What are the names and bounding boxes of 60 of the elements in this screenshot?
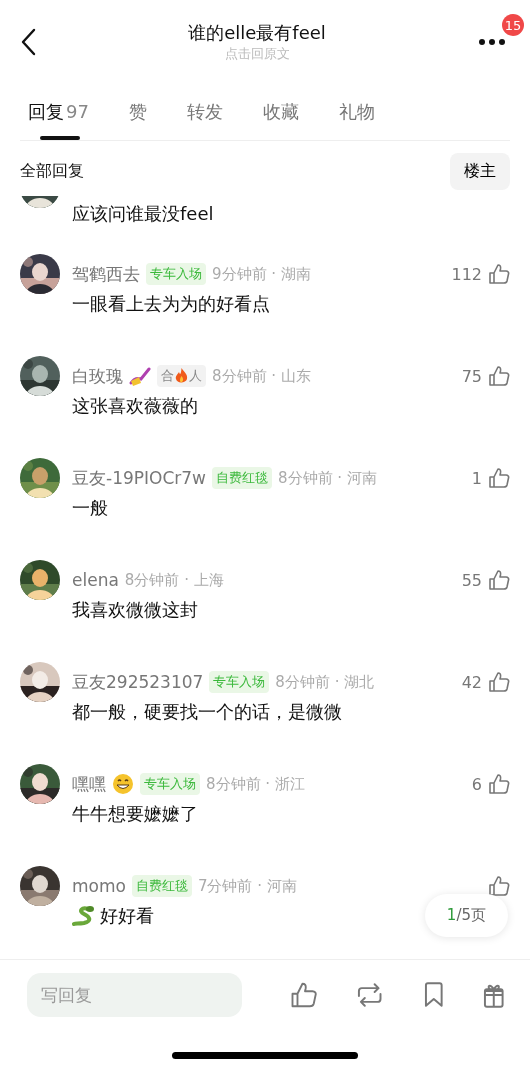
- nail-polish-icon: [129, 365, 151, 387]
- post-title: 谁的elle最有feel: [188, 21, 326, 45]
- comment-time-location: 7分钟前 · 河南: [197, 876, 297, 896]
- fire-icon: [175, 368, 188, 384]
- tag-text: 人: [189, 367, 202, 385]
- user-name[interactable]: 豆友-19PIOCr7w: [72, 466, 206, 490]
- all-replies-label: 全部回复: [20, 161, 84, 182]
- thumbs-up-icon[interactable]: [488, 365, 510, 387]
- comment-text: 牛牛想要嬷嬷了: [72, 802, 198, 826]
- user-tag: 专车入场: [140, 773, 200, 795]
- like-count: 6: [471, 774, 482, 794]
- like-count: 55: [461, 570, 482, 590]
- comment-text: 我喜欢微微这封: [72, 598, 198, 622]
- thumbs-up-icon[interactable]: [488, 569, 510, 591]
- comment-time-location: 8分钟前 · 河南: [278, 468, 377, 488]
- user-tag: 专车入场: [146, 263, 206, 285]
- thumbs-up-icon[interactable]: [488, 263, 510, 285]
- user-name[interactable]: 豆友292523107: [72, 670, 204, 694]
- comment-text: 一眼看上去为为的好看点: [72, 292, 270, 316]
- bookmark-icon[interactable]: [422, 982, 445, 1008]
- thumbs-up-icon[interactable]: [488, 671, 510, 693]
- comment-text: 一般: [72, 496, 108, 520]
- author-filter-button[interactable]: 楼主: [450, 153, 510, 190]
- like-count: 112: [451, 264, 482, 284]
- comment-text: 好好看: [100, 904, 154, 928]
- user-name[interactable]: 驾鹤西去: [72, 262, 140, 286]
- reply-input-field[interactable]: 写回复: [27, 973, 242, 1017]
- user-tag: 专车入场: [209, 671, 270, 693]
- comment-time-location: 8分钟前 · 上海: [124, 570, 224, 590]
- notification-badge: 15: [502, 14, 524, 36]
- comment-time-location: 8分钟前 · 山东: [212, 366, 311, 386]
- tag-text: 合: [161, 367, 174, 385]
- user-name[interactable]: 嘿嘿: [72, 772, 106, 796]
- comment-text: 都一般，硬要找一个的话，是微微: [72, 700, 342, 724]
- thumbs-up-icon[interactable]: [488, 467, 510, 489]
- like-count: 42: [461, 672, 482, 692]
- thumbs-up-icon[interactable]: [290, 981, 318, 1009]
- tab[interactable]: 回复 97: [20, 90, 97, 140]
- comment-time-location: 8分钟前 · 湖北: [275, 672, 375, 692]
- tab[interactable]: 转发: [178, 90, 231, 140]
- user-name[interactable]: momo: [72, 876, 126, 896]
- user-tag: 自费红毯: [131, 875, 192, 897]
- user-tag: 自费红毯: [212, 467, 272, 489]
- back-icon[interactable]: [20, 28, 36, 56]
- more-icon[interactable]: [478, 38, 506, 46]
- like-count: 75: [461, 366, 482, 386]
- tab[interactable]: 赞: [120, 90, 155, 140]
- thumbs-up-icon[interactable]: [488, 875, 510, 897]
- like-count: 1: [471, 468, 482, 488]
- user-name[interactable]: 白玫瑰: [72, 364, 123, 388]
- comment-time-location: 9分钟前 · 湖南: [212, 264, 311, 284]
- user-name[interactable]: elena: [72, 570, 119, 590]
- thumbs-up-icon[interactable]: [488, 773, 510, 795]
- comment-time-location: 8分钟前 · 浙江: [206, 774, 305, 794]
- grinning-face-icon: [112, 773, 134, 795]
- tab[interactable]: 收藏: [254, 90, 307, 140]
- tab[interactable]: 礼物: [330, 90, 383, 140]
- comment-text: 这张喜欢薇薇的: [72, 394, 198, 418]
- page-indicator[interactable]: 1/5页: [424, 894, 508, 937]
- comment-text: 应该问谁最没feel: [72, 202, 214, 226]
